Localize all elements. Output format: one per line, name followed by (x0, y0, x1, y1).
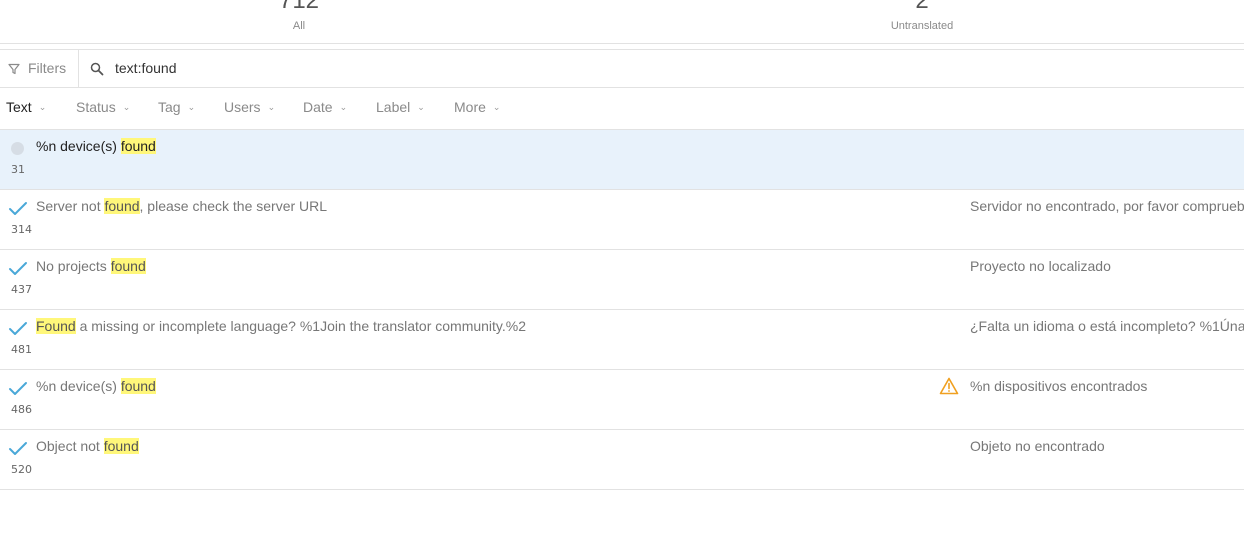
warning-icon[interactable] (939, 377, 959, 395)
stat-untranslated-count: 2 (915, 0, 929, 14)
source-text-part: %n device(s) (36, 138, 121, 154)
string-row[interactable]: %n device(s) found 31 (0, 130, 1244, 190)
tab-status[interactable]: Status ⌄ (76, 99, 130, 115)
status-indicator (8, 441, 28, 457)
search-match: found (120, 378, 156, 394)
status-dot-icon (11, 142, 24, 155)
search-match: found (120, 138, 156, 154)
filters-label: Filters (28, 60, 67, 76)
string-id: 520 (11, 463, 32, 476)
tab-label: Tag (158, 99, 181, 115)
tab-label-text: Label (376, 99, 411, 115)
search-field[interactable]: text:found (79, 50, 1244, 87)
status-indicator (8, 201, 28, 217)
source-text: Server not found, please check the serve… (36, 198, 327, 214)
string-id: 437 (11, 283, 32, 296)
status-indicator (8, 321, 28, 337)
chevron-down-icon: ⌄ (38, 102, 47, 112)
source-text-part: Server not (36, 198, 105, 214)
tab-label: Text (6, 99, 32, 115)
source-text-part: a missing or incomplete language? %1Join… (75, 318, 527, 334)
source-text-part: Object not (36, 438, 104, 454)
source-text-part: %n device(s) (36, 378, 121, 394)
check-icon (9, 322, 27, 335)
search-match: found (104, 198, 140, 214)
search-input[interactable]: text:found (115, 60, 177, 76)
tab-label: Date (303, 99, 333, 115)
tab-date[interactable]: Date ⌄ (303, 99, 347, 115)
string-row[interactable]: Found a missing or incomplete language? … (0, 310, 1244, 370)
source-text-part: , please check the server URL (139, 198, 328, 214)
search-icon (90, 62, 104, 81)
string-row[interactable]: No projects found 437 Proyecto no locali… (0, 250, 1244, 310)
chevron-down-icon: ⌄ (417, 102, 425, 112)
chevron-down-icon: ⌄ (267, 102, 276, 112)
string-row[interactable]: Server not found, please check the serve… (0, 190, 1244, 250)
check-icon (9, 202, 27, 215)
check-icon (9, 442, 27, 455)
string-id: 486 (11, 403, 32, 416)
source-text-part: No projects (36, 258, 111, 274)
chevron-down-icon: ⌄ (339, 102, 348, 112)
source-text: No projects found (36, 258, 146, 274)
search-match: Found (36, 318, 76, 334)
search-match: found (110, 258, 146, 274)
status-indicator (8, 141, 28, 157)
chevron-down-icon: ⌄ (187, 102, 196, 112)
status-indicator (8, 261, 28, 277)
tab-label: More (454, 99, 486, 115)
tab-label: Status (76, 99, 116, 115)
stat-all-label: All (292, 20, 306, 32)
string-id: 314 (11, 223, 32, 236)
filter-icon (8, 62, 20, 78)
translation-text: Proyecto no localizado (970, 258, 1111, 274)
chevron-down-icon: ⌄ (122, 102, 131, 112)
string-row[interactable]: Object not found 520 Objeto no encontrad… (0, 430, 1244, 490)
tab-tag[interactable]: Tag ⌄ (158, 99, 195, 115)
check-icon (9, 382, 27, 395)
translation-text: ¿Falta un idioma o está incompleto? %1Ún… (970, 318, 1244, 334)
filter-tabs: Text ⌄ Status ⌄ Tag ⌄ Users ⌄ Date ⌄ Label ⌄ M… (0, 87, 1244, 130)
string-list: %n device(s) found 31 Server not found, … (0, 130, 1244, 490)
tab-users[interactable]: Users ⌄ (224, 99, 275, 115)
status-indicator (8, 381, 28, 397)
stats-header: 712 All 2 Untranslated (0, 0, 1244, 44)
source-text: %n device(s) found (36, 138, 156, 154)
source-text: Object not found (36, 438, 139, 454)
tab-label[interactable]: Label ⌄ (376, 99, 425, 115)
tab-label: Users (224, 99, 261, 115)
stat-untranslated-label: Untranslated (890, 20, 954, 32)
tab-more[interactable]: More ⌄ (454, 99, 500, 115)
source-text: %n device(s) found (36, 378, 156, 394)
check-icon (9, 262, 27, 275)
translation-text: %n dispositivos encontrados (970, 378, 1148, 394)
string-id: 31 (11, 163, 25, 176)
filters-button[interactable]: Filters (0, 50, 79, 87)
translation-text: Servidor no encontrado, por favor compru… (970, 198, 1244, 214)
string-row[interactable]: %n device(s) found 486 %n dispositivos e… (0, 370, 1244, 430)
filter-bar: Filters text:found (0, 49, 1244, 88)
search-match: found (103, 438, 139, 454)
translation-text: Objeto no encontrado (970, 438, 1105, 454)
chevron-down-icon: ⌄ (492, 102, 501, 112)
stat-all-count: 712 (278, 0, 320, 14)
tab-text[interactable]: Text ⌄ (6, 99, 46, 115)
string-id: 481 (11, 343, 32, 356)
source-text: Found a missing or incomplete language? … (36, 318, 526, 334)
